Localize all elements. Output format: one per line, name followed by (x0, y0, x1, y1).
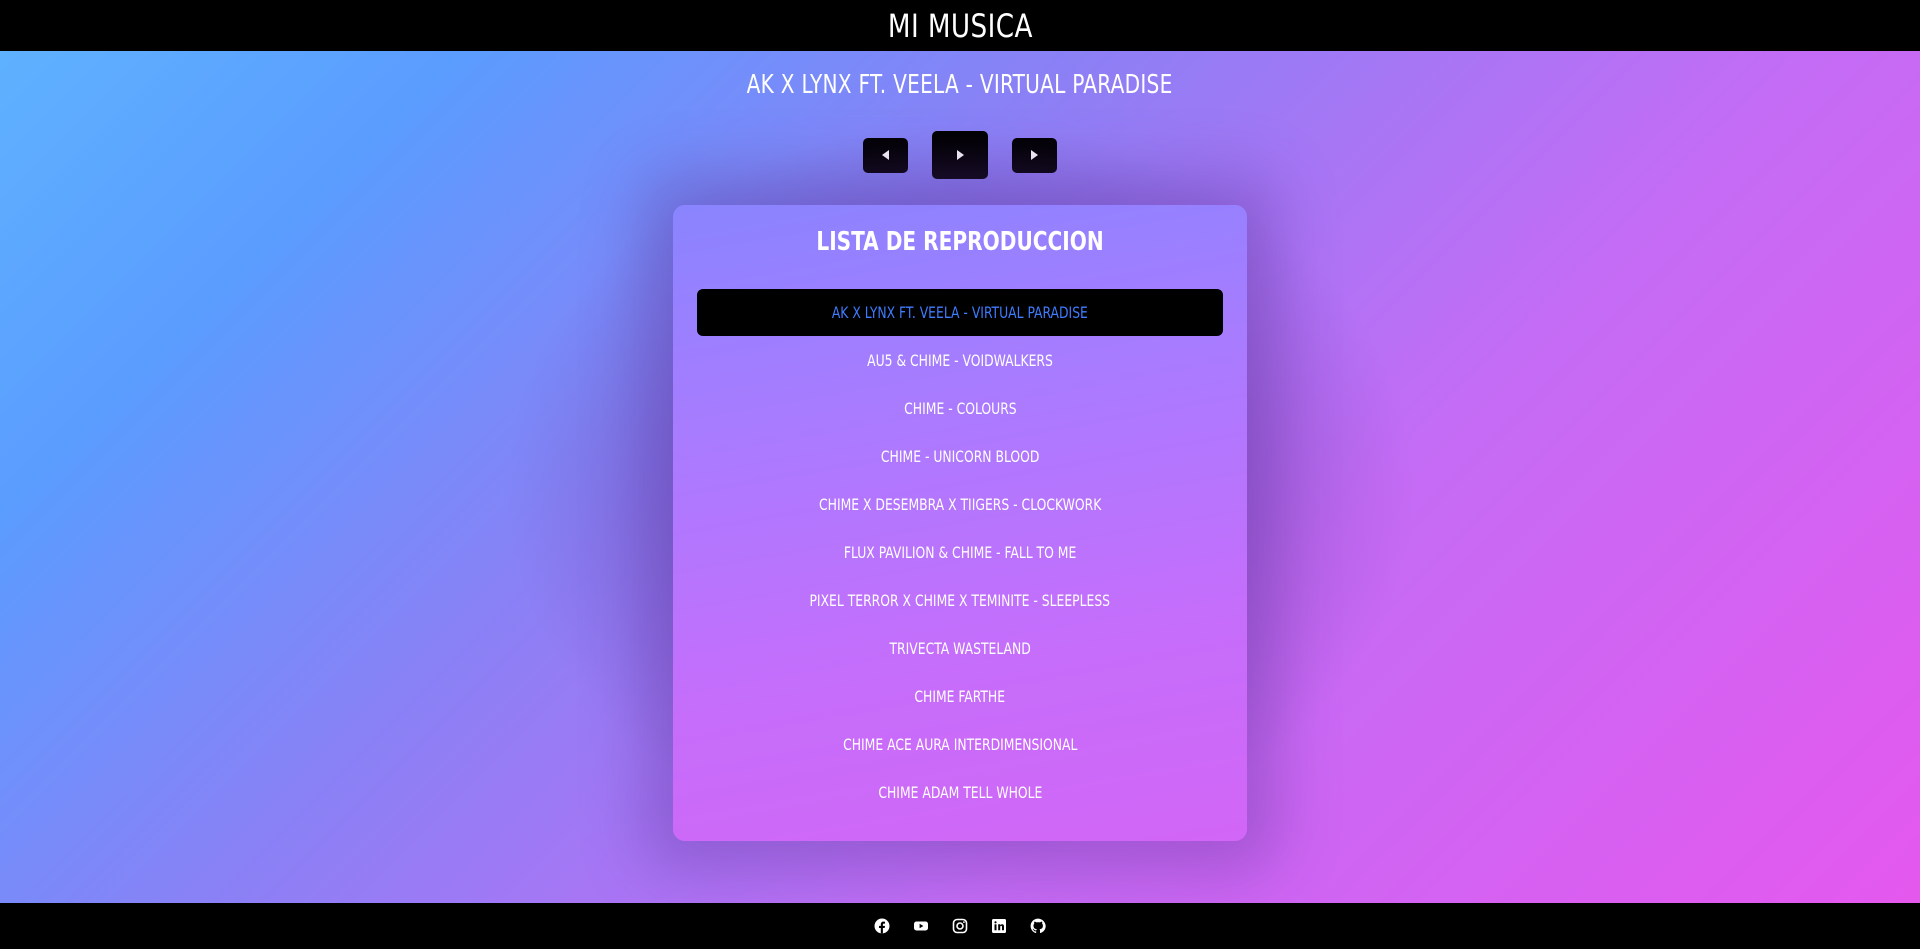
playlist-panel: LISTA DE REPRODUCCION AK X LYNX FT. VEEL… (673, 205, 1247, 841)
track-label: CHIME ACE AURA INTERDIMENSIONAL (842, 735, 1078, 754)
now-playing-title: AK X LYNX FT. VEELA - VIRTUAL PARADISE (0, 70, 1920, 100)
linkedin-icon[interactable] (991, 918, 1007, 934)
track-item[interactable]: CHIME - COLOURS (697, 385, 1223, 432)
next-button[interactable] (1012, 137, 1057, 173)
previous-icon (882, 150, 889, 160)
player-controls (0, 131, 1920, 179)
track-label: PIXEL TERROR X CHIME X TEMINITE - SLEEPL… (809, 591, 1111, 610)
facebook-icon[interactable] (874, 918, 890, 934)
play-icon (956, 150, 964, 160)
track-list: AK X LYNX FT. VEELA - VIRTUAL PARADISE A… (697, 289, 1223, 817)
track-item[interactable]: FLUX PAVILION & CHIME - FALL TO ME (697, 529, 1223, 576)
top-bar: MI MUSICA (0, 0, 1920, 51)
app-title: MI MUSICA (887, 6, 1033, 45)
track-label: CHIME X DESEMBRA X TIIGERS - CLOCKWORK (818, 495, 1102, 514)
play-button[interactable] (932, 131, 988, 179)
track-item[interactable]: TRIVECTA WASTELAND (697, 625, 1223, 672)
playlist-title: LISTA DE REPRODUCCION (673, 227, 1247, 257)
track-item[interactable]: CHIME ACE AURA INTERDIMENSIONAL (697, 721, 1223, 768)
track-label: TRIVECTA WASTELAND (889, 639, 1031, 658)
next-icon (1031, 150, 1038, 160)
track-label: AK X LYNX FT. VEELA - VIRTUAL PARADISE (831, 303, 1089, 322)
previous-button[interactable] (863, 137, 908, 173)
track-item-active[interactable]: AK X LYNX FT. VEELA - VIRTUAL PARADISE (697, 289, 1223, 336)
track-item[interactable]: PIXEL TERROR X CHIME X TEMINITE - SLEEPL… (697, 577, 1223, 624)
playlist-title-label: LISTA DE REPRODUCCION (816, 227, 1104, 257)
track-label: CHIME - UNICORN BLOOD (880, 447, 1040, 466)
github-icon[interactable] (1030, 918, 1046, 934)
now-playing-label: AK X LYNX FT. VEELA - VIRTUAL PARADISE (747, 70, 1173, 100)
track-item[interactable]: AU5 & CHIME - VOIDWALKERS (697, 337, 1223, 384)
track-label: CHIME - COLOURS (903, 399, 1017, 418)
track-label: CHIME FARTHE (914, 687, 1006, 706)
track-label: AU5 & CHIME - VOIDWALKERS (867, 351, 1053, 370)
instagram-icon[interactable] (952, 918, 968, 934)
footer (0, 903, 1920, 949)
track-item[interactable]: CHIME ADAM TELL WHOLE (697, 769, 1223, 816)
track-label: FLUX PAVILION & CHIME - FALL TO ME (843, 543, 1077, 562)
youtube-icon[interactable] (913, 918, 929, 934)
track-item[interactable]: CHIME FARTHE (697, 673, 1223, 720)
track-item[interactable]: CHIME - UNICORN BLOOD (697, 433, 1223, 480)
track-item[interactable]: CHIME X DESEMBRA X TIIGERS - CLOCKWORK (697, 481, 1223, 528)
track-label: CHIME ADAM TELL WHOLE (878, 783, 1042, 802)
